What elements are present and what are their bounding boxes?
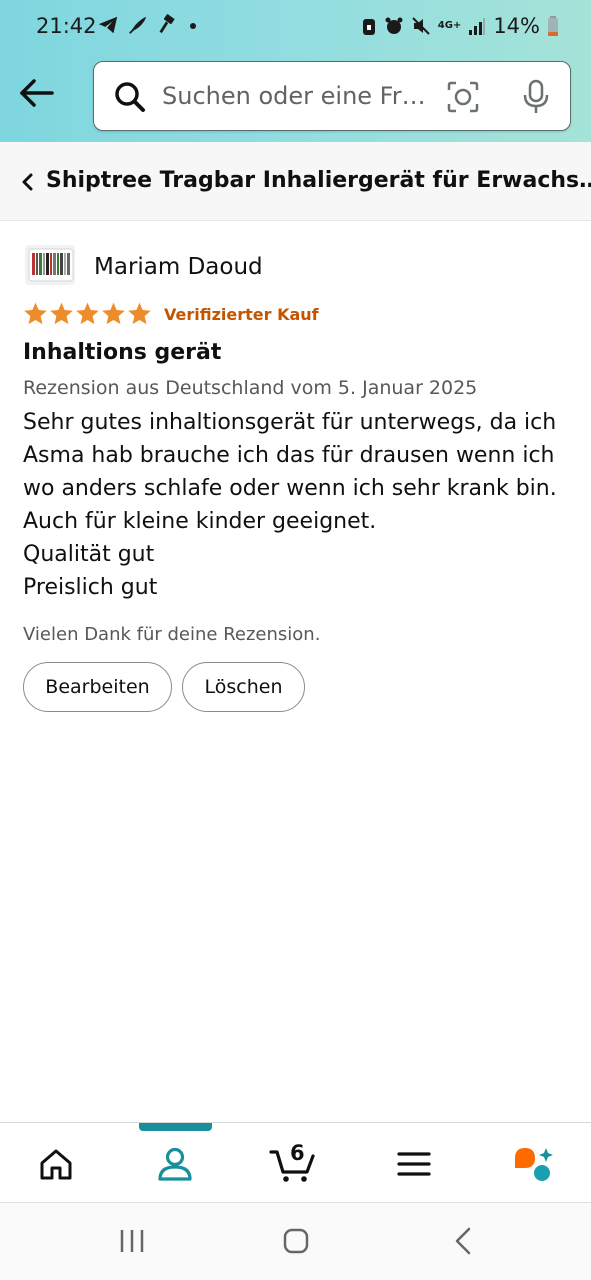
nav-home[interactable] [26, 1139, 86, 1189]
star-icon [24, 302, 47, 325]
status-bar: 21:42 4G+ 14% [0, 0, 591, 56]
recent-apps-icon [120, 1230, 144, 1252]
star-icon [128, 302, 151, 325]
search-bar[interactable]: Suchen oder eine Fr… [93, 61, 571, 131]
rufus-icon [515, 1148, 553, 1181]
app-header: 21:42 4G+ 14% Suchen oder eine Fr… [0, 0, 591, 142]
recent-apps-button[interactable] [118, 1227, 146, 1259]
nav-account[interactable] [145, 1139, 205, 1189]
chevron-left-icon [455, 1227, 471, 1255]
lock-icon [362, 19, 375, 35]
camera-lens-icon[interactable] [446, 80, 480, 114]
cart-count-badge: 6 [290, 1141, 305, 1165]
notification-icons [97, 14, 199, 36]
review-body-line: Auch für kleine kinder geeignet. [23, 509, 377, 534]
search-icon [115, 82, 145, 112]
verified-purchase-badge: Verifizierter Kauf [164, 305, 319, 324]
star-icon [76, 302, 99, 325]
review-date: Rezension aus Deutschland vom 5. Januar … [23, 377, 478, 399]
avatar-image-icon [28, 248, 74, 282]
mute-icon [412, 17, 430, 35]
review-body-line: Sehr gutes inhaltionsgerät für unterwegs… [23, 410, 557, 435]
home-icon [40, 1149, 72, 1180]
signal-icon [469, 18, 486, 35]
chevron-left-icon [22, 173, 33, 191]
thanks-message: Vielen Dank für deine Rezension. [23, 624, 321, 645]
reviewer-name[interactable]: Mariam Daoud [94, 254, 263, 280]
system-nav-bar [0, 1202, 591, 1280]
arrow-left-icon [20, 79, 54, 107]
home-circle-icon [283, 1228, 309, 1254]
review-title: Inhaltions gerät [23, 340, 222, 365]
telegram-icon [98, 16, 118, 34]
status-time: 21:42 [36, 14, 97, 38]
back-button[interactable] [18, 76, 56, 110]
nav-menu[interactable] [384, 1139, 444, 1189]
star-icon [50, 302, 73, 325]
edit-button[interactable]: Bearbeiten [23, 662, 172, 712]
quill-icon [129, 16, 147, 34]
review-body-line: wo anders schlafe oder wenn ich sehr kra… [23, 476, 557, 501]
search-input[interactable]: Suchen oder eine Fr… [162, 82, 426, 110]
hammer-icon [159, 14, 175, 34]
breadcrumb[interactable]: Shiptree Tragbar Inhaliergerät für Erwac… [0, 142, 591, 221]
review-body-line: Qualität gut [23, 542, 155, 567]
battery-icon [548, 16, 558, 36]
network-type: 4G+ [437, 20, 462, 31]
nav-rufus[interactable] [503, 1139, 563, 1189]
dot-icon [190, 23, 196, 29]
review-body: Sehr gutes inhaltionsgerät für unterwegs… [23, 406, 571, 604]
account-icon [158, 1147, 192, 1181]
product-title[interactable]: Shiptree Tragbar Inhaliergerät für Erwac… [46, 168, 591, 193]
battery-percent: 14% [493, 14, 540, 38]
delete-button[interactable]: Löschen [182, 662, 305, 712]
back-system-button[interactable] [450, 1227, 478, 1259]
review-body-line: Preislich gut [23, 575, 158, 600]
avatar [25, 245, 75, 285]
menu-icon [397, 1152, 431, 1176]
star-rating [23, 301, 152, 326]
home-system-button[interactable] [282, 1227, 310, 1259]
active-tab-indicator [139, 1123, 212, 1131]
alarm-icon [385, 17, 403, 34]
review-body-line: Asma hab brauche ich das für drausen wen… [23, 443, 555, 468]
microphone-icon[interactable] [522, 79, 550, 115]
system-icons: 4G+ 14% [361, 14, 559, 38]
star-icon [102, 302, 125, 325]
